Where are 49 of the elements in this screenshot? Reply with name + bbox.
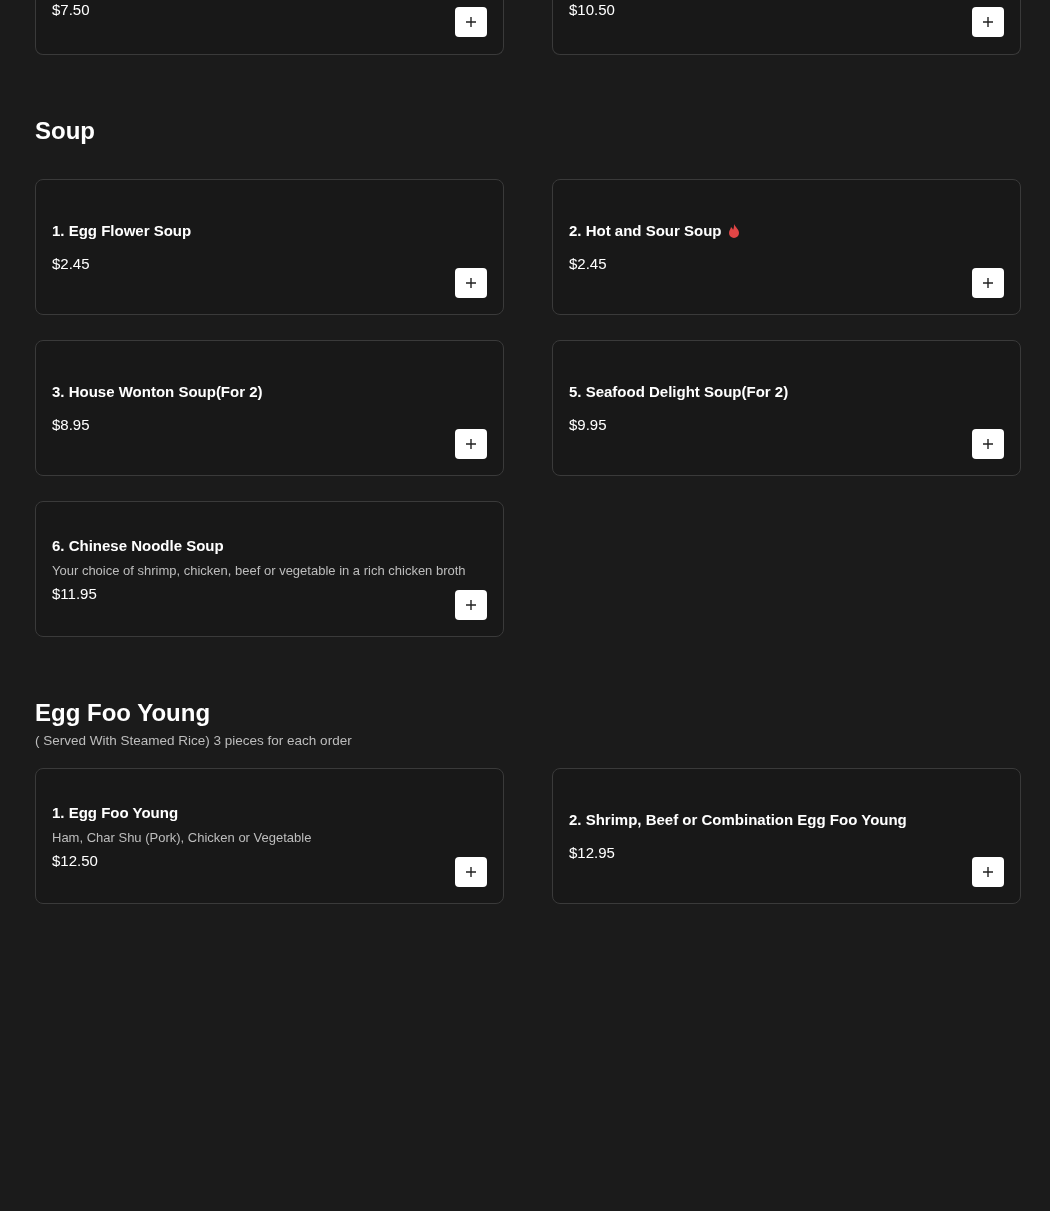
add-button[interactable] — [972, 429, 1004, 459]
item-name: 6. Chinese Noodle Soup — [52, 536, 224, 554]
item-price: $12.50 — [52, 851, 99, 869]
item-price: $2.45 — [569, 255, 608, 272]
section-title: Egg Foo Young — [35, 699, 212, 727]
item-description: Your choice of shrimp, chicken, beef or vegetable in a rich chicken broth — [52, 561, 467, 579]
plus-icon — [983, 278, 993, 288]
item-price: $10.50 — [569, 1, 616, 18]
item-name: 1. Egg Flower Soup — [52, 222, 192, 239]
add-button[interactable] — [455, 590, 487, 620]
plus-icon — [983, 439, 993, 449]
menu-item-card[interactable]: 2. Shrimp, Beef or Combination Egg Foo Young $12.95 — [552, 768, 1021, 904]
plus-icon — [466, 600, 476, 610]
add-button[interactable] — [972, 268, 1004, 298]
item-price: $9.95 — [569, 416, 608, 433]
plus-icon — [466, 867, 476, 877]
add-button[interactable] — [455, 268, 487, 298]
add-button[interactable] — [455, 7, 487, 37]
menu-item-card[interactable]: 1. Egg Foo Young Ham, Char Shu (Pork), Chicken or Vegetable $12.50 — [35, 768, 504, 904]
item-description: Ham, Char Shu (Pork), Chicken or Vegetable — [52, 828, 313, 846]
plus-icon — [983, 867, 993, 877]
menu-item-card[interactable]: $7.50 — [35, 0, 504, 55]
item-name: 2. Shrimp, Beef or Combination Egg Foo Young — [569, 811, 907, 828]
item-price: $7.50 — [52, 1, 91, 18]
item-price: $12.95 — [569, 844, 616, 861]
item-name: 2. Hot and Sour Soup — [569, 222, 722, 239]
section-subtitle: ( Served With Steamed Rice) 3 pieces for each order — [35, 733, 353, 748]
add-button[interactable] — [972, 857, 1004, 887]
menu-item-card[interactable]: 2. Hot and Sour Soup $2.45 — [552, 179, 1021, 315]
item-name: 3. House Wonton Soup(For 2) — [52, 383, 263, 400]
item-price: $2.45 — [52, 255, 91, 272]
item-name: 5. Seafood Delight Soup(For 2) — [569, 383, 789, 400]
menu-item-card[interactable]: 5. Seafood Delight Soup(For 2) $9.95 — [552, 340, 1021, 476]
add-button[interactable] — [455, 857, 487, 887]
add-button[interactable] — [455, 429, 487, 459]
plus-icon — [466, 439, 476, 449]
menu-item-card[interactable]: 6. Chinese Noodle Soup Your choice of shrimp, chicken, beef or vegetable in a rich chicken broth $11.95 — [35, 501, 504, 637]
item-name: 1. Egg Foo Young — [52, 803, 179, 821]
menu-item-card[interactable]: 1. Egg Flower Soup $2.45 — [35, 179, 504, 315]
menu-item-card[interactable]: 3. House Wonton Soup(For 2) $8.95 — [35, 340, 504, 476]
menu-item-card[interactable]: $10.50 — [552, 0, 1021, 55]
plus-icon — [466, 278, 476, 288]
plus-icon — [983, 17, 993, 27]
section-title: Soup — [35, 117, 96, 145]
item-price: $11.95 — [52, 584, 98, 602]
item-price: $8.95 — [52, 416, 91, 433]
add-button[interactable] — [972, 7, 1004, 37]
fire-icon — [727, 223, 740, 238]
plus-icon — [466, 17, 476, 27]
